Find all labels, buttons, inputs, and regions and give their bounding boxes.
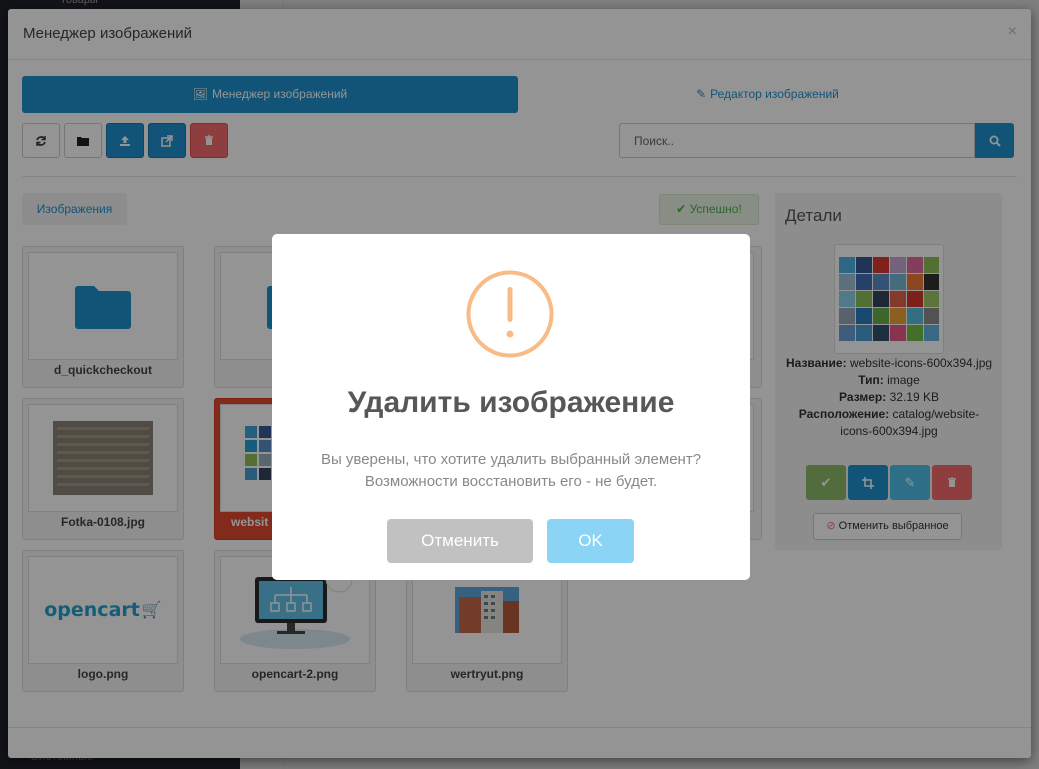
warning-icon [466,270,554,358]
confirm-delete-dialog: Удалить изображение Вы уверены, что хоти… [272,234,750,580]
dialog-text: Вы уверены, что хотите удалить выбранный… [320,451,702,490]
cancel-button[interactable]: Отменить [387,519,533,563]
dialog-title: Удалить изображение [347,386,675,419]
ok-button[interactable]: OK [547,519,634,563]
